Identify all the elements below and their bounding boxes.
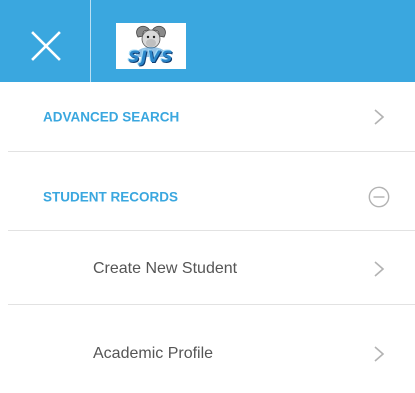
- school-logo[interactable]: SJVS: [116, 23, 186, 69]
- chevron-right-icon: [374, 261, 385, 277]
- menu-header: SJVS: [0, 0, 415, 82]
- close-icon: [31, 31, 61, 61]
- menu-item-create-new-student[interactable]: Create New Student: [0, 230, 415, 308]
- chevron-right-icon: [374, 346, 385, 362]
- menu-item-label: Academic Profile: [93, 345, 214, 362]
- chevron-right-icon: [374, 109, 385, 125]
- collapse-minus-icon: [368, 186, 390, 208]
- menu-item-student-records[interactable]: STUDENT RECORDS: [0, 158, 415, 236]
- close-menu-button[interactable]: [0, 0, 90, 82]
- menu-item-advanced-search[interactable]: ADVANCED SEARCH: [0, 78, 415, 156]
- menu-item-label: Create New Student: [93, 260, 238, 277]
- menu-divider: [8, 304, 415, 305]
- menu-item-label: STUDENT RECORDS: [43, 189, 179, 205]
- menu-item-label: ADVANCED SEARCH: [43, 109, 180, 125]
- menu-divider: [8, 151, 415, 152]
- logo-text: SJVS: [128, 47, 174, 66]
- header-divider: [90, 0, 91, 82]
- menu-item-academic-profile[interactable]: Academic Profile: [0, 315, 415, 393]
